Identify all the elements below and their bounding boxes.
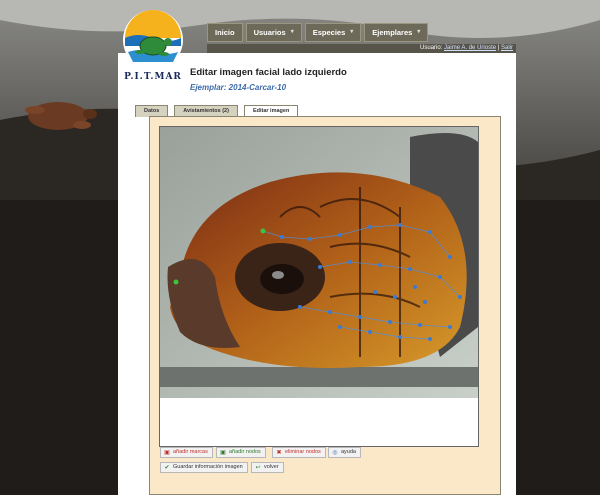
arrow-back-icon: ↩	[255, 464, 261, 471]
nav-item-especies[interactable]: Especies ▾	[304, 23, 362, 42]
image-canvas[interactable]	[159, 126, 479, 447]
add-marks-button[interactable]: ▣ añadir marcas	[160, 447, 213, 458]
turtle-face-image	[160, 127, 478, 446]
save-label: Guardar información imagen	[173, 464, 243, 470]
delete-nodes-button[interactable]: ✖ eliminar nodos	[272, 447, 326, 458]
user-link[interactable]: Jaime A. de Urioste	[444, 45, 496, 51]
nav-item-label: Usuarios	[253, 28, 286, 37]
nav-item-label: Ejemplares	[372, 28, 413, 37]
tab-label: Editar imagen	[252, 108, 290, 114]
tab-label: Avistamientos (2)	[183, 108, 229, 114]
logo-text: P.I.T.MAR	[124, 72, 182, 82]
help-icon: ◎	[332, 449, 338, 456]
caret-down-icon: ▾	[290, 29, 294, 35]
back-button[interactable]: ↩ volver	[251, 462, 284, 473]
caret-down-icon: ▾	[417, 29, 421, 35]
pitmar-logo[interactable]: P.I.T.MAR	[118, 8, 188, 90]
help-button[interactable]: ◎ ayuda	[328, 447, 361, 458]
nav-item-ejemplares[interactable]: Ejemplares ▾	[364, 23, 429, 42]
help-label: ayuda	[341, 449, 356, 455]
caret-down-icon: ▾	[350, 29, 354, 35]
add-nodes-label: añadir nodos	[229, 449, 261, 455]
add-marks-label: añadir marcas	[173, 449, 208, 455]
tab-label: Datos	[144, 108, 160, 114]
page-title: Editar imagen facial lado izquierdo	[190, 67, 347, 78]
logout-link[interactable]: Salir	[501, 45, 513, 51]
separator: |	[497, 45, 500, 51]
image-add-icon: ▣	[220, 449, 226, 456]
nav-item-label: Inicio	[215, 28, 235, 37]
tab-content: ▣ añadir marcas ▣ añadir nodos ✖ elimina…	[149, 116, 501, 495]
nav-item-usuarios[interactable]: Usuarios ▾	[245, 23, 302, 42]
add-nodes-button[interactable]: ▣ añadir nodos	[216, 447, 266, 458]
back-label: volver	[264, 464, 279, 470]
save-image-info-button[interactable]: ✔ Guardar información imagen	[160, 462, 248, 473]
specimen-label: Ejemplar: 2014-Carcar-10	[190, 83, 287, 92]
main-panel: Editar imagen facial lado izquierdo Ejem…	[118, 53, 516, 495]
turtle-logo-icon	[123, 10, 183, 70]
red-x-icon: ✖	[276, 449, 282, 456]
user-label: Usuario:	[420, 45, 443, 51]
main-nav: Inicio Usuarios ▾ Especies ▾ Ejemplares …	[207, 23, 429, 44]
nav-item-inicio[interactable]: Inicio	[207, 23, 243, 42]
user-bar: Usuario: Jaime A. de Urioste | Salir	[207, 44, 516, 53]
delete-nodes-label: eliminar nodos	[285, 449, 321, 455]
image-edit-icon: ▣	[164, 449, 170, 456]
checkmark-icon: ✔	[164, 464, 170, 471]
nav-item-label: Especies	[312, 28, 346, 37]
